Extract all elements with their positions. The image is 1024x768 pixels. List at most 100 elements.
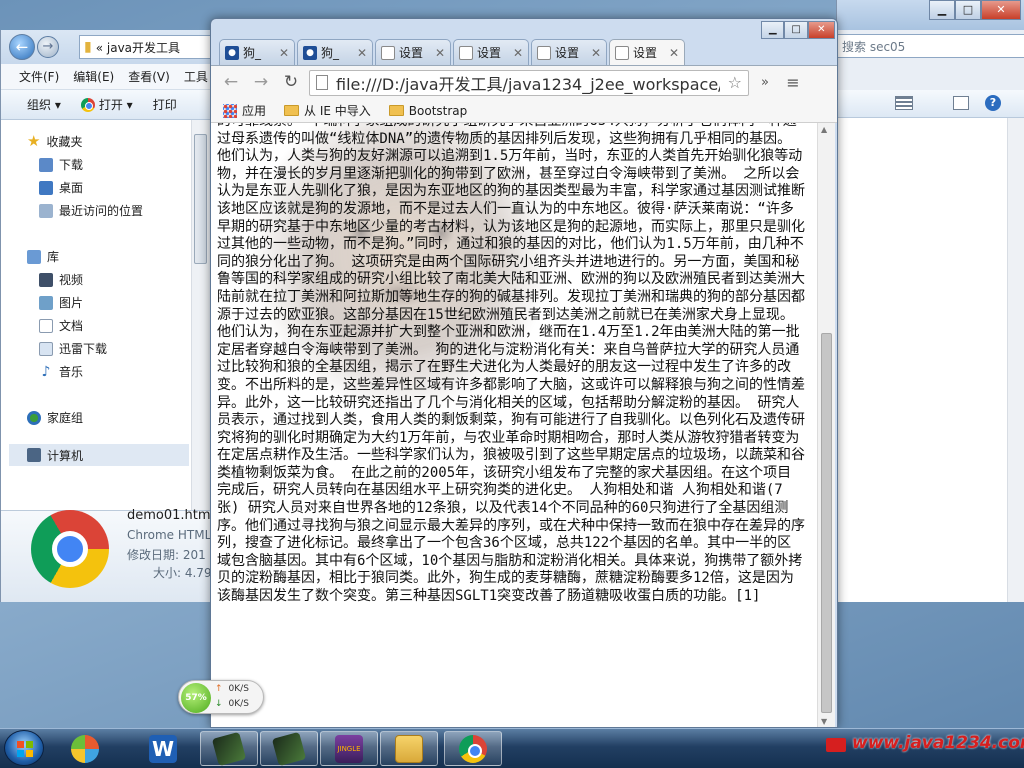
minimize-button[interactable]: ▁ [929,0,955,20]
tab-dog-2[interactable]: ● 狗_ ✕ [297,39,373,65]
tab-close-icon[interactable]: ✕ [357,46,367,60]
close-button[interactable]: ✕ [807,21,835,39]
wps-writer-icon: W [149,734,177,763]
tab-dog-1[interactable]: ● 狗_ ✕ [219,39,295,65]
nav-recent-label: 最近访问的位置 [59,204,144,218]
menu-icon[interactable]: ≡ [781,71,805,95]
nav-libraries[interactable]: 库 [27,248,59,265]
address-bar[interactable]: ▮ « java开发工具 [79,35,213,59]
tab-settings-1[interactable]: 设置 ✕ [375,39,451,65]
forward-button[interactable]: → [37,36,59,58]
bookmark-apps[interactable]: 应用 [223,102,266,119]
maximize-button[interactable]: □ [784,21,808,39]
view-options-icon[interactable] [895,96,913,110]
minimize-button[interactable]: ▁ [761,21,785,39]
menu-file[interactable]: 文件(F) [19,68,59,85]
address-bar[interactable]: file:///D:/java开发工具/java1234_j2ee_worksp… [309,69,749,96]
tab-close-icon[interactable]: ✕ [513,46,523,60]
taskbar-app-chrome[interactable] [444,731,502,766]
folder-icon: ▮ [84,39,92,55]
nav-music[interactable]: ♪ 音乐 [39,363,83,380]
print-button[interactable]: 打印 [153,96,177,113]
scrollbar-thumb[interactable] [194,134,207,264]
pinwheel-icon [71,734,99,763]
tab-close-icon[interactable]: ✕ [279,46,289,60]
tab-settings-3[interactable]: 设置 ✕ [531,39,607,65]
navigation-pane: ★ 收藏夹 下载 桌面 最近访问的位置 库 视频 图片 文档 迅雷下载 ♪ 音乐 家… [1,120,191,510]
apps-grid-icon [223,103,237,118]
scroll-up-arrow-icon[interactable]: ▲ [821,125,827,134]
bookmark-ie-import-label: 从 IE 中导入 [304,104,371,118]
nav-libraries-label: 库 [47,250,60,264]
reload-button[interactable]: ↻ [279,71,303,95]
nav-pictures[interactable]: 图片 [39,294,83,311]
tab-close-icon[interactable]: ✕ [591,46,601,60]
back-button[interactable]: ← [9,34,35,60]
start-button[interactable] [4,730,44,766]
address-path: « java开发工具 [95,40,181,55]
open-label: 打开 ▾ [98,98,133,112]
nav-computer[interactable]: 计算机 [9,444,189,466]
overflow-chevron-icon[interactable]: » [755,71,775,95]
downloads-icon [39,157,53,172]
url-text: file:///D:/java开发工具/java1234_j2ee_worksp… [336,74,720,94]
documents-icon [39,318,53,333]
nav-homegroup[interactable]: 家庭组 [27,409,83,426]
taskbar-app-pinwheel[interactable] [56,731,114,766]
nav-favorites[interactable]: ★ 收藏夹 [27,132,82,150]
folder-icon [284,105,300,116]
nav-recent[interactable]: 最近访问的位置 [39,202,143,219]
tab-close-icon[interactable]: ✕ [669,46,679,60]
taskbar-app-jingle[interactable]: JINGLE [320,731,378,766]
tab-settings-active[interactable]: 设置 ✕ [609,39,685,65]
help-icon[interactable]: ? [985,95,1001,111]
nav-desktop[interactable]: 桌面 [39,179,83,196]
bookmark-star-icon[interactable]: ☆ [728,73,742,92]
print-label: 打印 [152,98,177,112]
nav-favorites-label: 收藏夹 [46,134,83,149]
tab-settings-2[interactable]: 设置 ✕ [453,39,529,65]
paw-icon: ● [225,45,239,60]
scroll-down-arrow-icon[interactable]: ▼ [821,717,827,726]
toolbar: ← → ↻ file:///D:/java开发工具/java1234_j2ee_… [211,65,837,99]
menu-view[interactable]: 查看(V) [128,68,170,85]
organize-button[interactable]: 组织 ▾ [27,96,61,113]
maximize-button[interactable]: □ [955,0,981,20]
nav-thunder[interactable]: 迅雷下载 [39,340,107,357]
nav-pictures-label: 图片 [59,296,84,310]
tab-close-icon[interactable]: ✕ [435,46,445,60]
file-list [837,118,1007,602]
menu-edit[interactable]: 编辑(E) [73,68,114,85]
taskbar-app-explorer[interactable] [380,731,438,766]
nav-videos[interactable]: 视频 [39,271,83,288]
file-list-scrollbar[interactable] [1007,118,1024,602]
article-text: 的可靠线索。 中瑞科学家组成的研究小组研究了来自亚洲的654只狗，分析了它们体内… [217,123,805,605]
taskbar-app-1[interactable] [200,731,258,766]
tab-title: 设置 [555,46,580,60]
thunder-download-icon [39,341,53,356]
music-icon: ♪ [41,363,51,380]
search-input[interactable]: 搜索 sec05 [837,34,1024,58]
network-speed-widget[interactable]: 57% ↑ 0K/S ↓ 0K/S [178,680,264,714]
back-button[interactable]: ← [219,71,243,95]
preview-pane-icon[interactable] [953,96,969,110]
close-button[interactable]: ✕ [981,0,1021,20]
taskbar-app-wps[interactable]: W [134,731,192,766]
chrome-icon [80,97,95,112]
open-button[interactable]: 打开 ▾ [80,96,133,113]
forward-button[interactable]: → [249,71,273,95]
app-icon [271,731,307,766]
navigation-scrollbar[interactable] [191,120,209,510]
file-name: demo01.html [127,508,215,523]
nav-documents[interactable]: 文档 [39,317,83,334]
page-icon [316,75,328,90]
nav-homegroup-label: 家庭组 [47,411,84,425]
nav-downloads[interactable]: 下载 [39,156,83,173]
bookmark-bootstrap[interactable]: Bootstrap [388,104,467,118]
tab-title: 狗_ [243,46,262,60]
taskbar-app-2[interactable] [260,731,318,766]
scrollbar-thumb[interactable] [821,333,832,713]
bookmark-ie-import[interactable]: 从 IE 中导入 [284,102,371,119]
page-scrollbar[interactable]: ▲ ▼ [817,123,835,727]
menu-tools[interactable]: 工具 [184,68,208,85]
